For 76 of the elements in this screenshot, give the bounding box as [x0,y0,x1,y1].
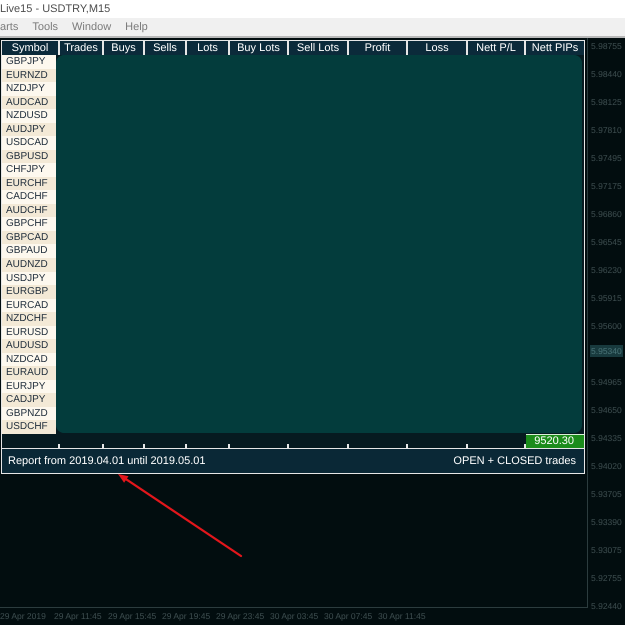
price-label: 5.98755 [591,40,622,52]
price-label: 5.93705 [591,488,622,500]
price-label: 5.95915 [591,292,622,304]
price-label: 5.92755 [591,572,622,584]
symbol-cell: NZDCAD [2,352,56,366]
menu-item[interactable]: Window [65,20,118,34]
symbol-cell: GBPUSD [2,150,56,164]
symbol-cell: EURAUD [2,366,56,380]
symbol-cell: AUDNZD [2,258,56,272]
report-period: Report from 2019.04.01 until 2019.05.01 [8,454,206,468]
symbol-cell: USDCHF [2,420,56,434]
time-label: 30 Apr 11:45 [378,611,427,622]
price-label: 5.94965 [591,376,622,388]
symbol-cell: AUDJPY [2,122,56,136]
price-label: 5.96545 [591,236,622,248]
time-label: 29 Apr 23:45 [216,611,266,622]
time-label: 29 Apr 15:45 [108,611,158,622]
time-label: 30 Apr 03:45 [270,611,320,622]
symbol-cell: CADJPY [2,393,56,407]
trade-filter-label: OPEN + CLOSED trades [453,454,576,468]
symbol-cell: GBPJPY [2,55,56,69]
menu-item[interactable]: Tools [25,20,66,34]
time-label: 29 Apr 11:45 [54,611,103,622]
column-header: Buys [104,41,143,55]
symbol-cell: EURUSD [2,326,56,340]
price-label: 5.96860 [591,208,622,220]
price-label: 5.94335 [591,432,622,444]
symbol-cell: AUDCHF [2,204,56,218]
column-header: Loss [408,41,466,55]
symbol-cell: GBPCHF [2,217,56,231]
time-label: 30 Apr 07:45 [324,611,374,622]
symbol-cell: AUDCAD [2,96,56,110]
column-header: Profit [349,41,406,55]
time-label: 29 Apr 2019 [0,611,47,622]
column-header: Nett P/L [468,41,524,55]
price-label: 5.93075 [591,544,622,556]
price-label: 5.98125 [591,96,622,108]
symbol-cell: GBPAUD [2,244,56,258]
column-header: Buy Lots [230,41,287,55]
symbol-cell: EURGBP [2,285,56,299]
price-label: 5.97175 [591,180,622,192]
total-cell: 9520.30 [526,434,584,448]
symbol-cell: GBPCAD [2,230,56,244]
column-header: Sell Lots [289,41,347,55]
symbol-cell: EURJPY [2,380,56,394]
column-header: Symbol [2,41,58,55]
symbol-cell: NZDUSD [2,109,56,123]
price-label: 5.93390 [591,516,622,528]
symbol-cell: EURNZD [2,68,56,82]
symbol-cell: NZDJPY [2,82,56,96]
symbol-cell: EURCAD [2,298,56,312]
menu-item[interactable]: Help [118,20,155,34]
symbol-cell: GBPNZD [2,406,56,420]
price-label: 5.92440 [591,600,622,612]
symbol-cell: USDJPY [2,272,56,286]
price-label: 5.98440 [591,68,622,80]
price-label: 5.96230 [591,264,622,276]
symbol-cell: CADCHF [2,190,56,204]
column-header: Sells [145,41,185,55]
price-label: 5.97495 [591,152,622,164]
column-header: Trades [60,41,102,55]
price-label: 5.97810 [591,124,622,136]
symbol-cell: USDCAD [2,136,56,150]
symbol-cell: EURCHF [2,176,56,190]
price-label: 5.95600 [591,320,622,332]
column-header: Nett PIPs [526,41,584,55]
menu-item[interactable]: arts [0,20,26,34]
price-label: 5.94020 [591,460,622,472]
symbol-cell: AUDUSD [2,339,56,353]
window-title: Live15 - USDTRY,M15 [0,2,110,16]
column-header: Lots [187,41,228,55]
current-price-label: 5.95340 [590,345,623,357]
time-label: 29 Apr 19:45 [162,611,212,622]
price-label: 5.94650 [591,404,622,416]
symbol-cell: CHFJPY [2,163,56,177]
symbol-cell: NZDCHF [2,312,56,326]
